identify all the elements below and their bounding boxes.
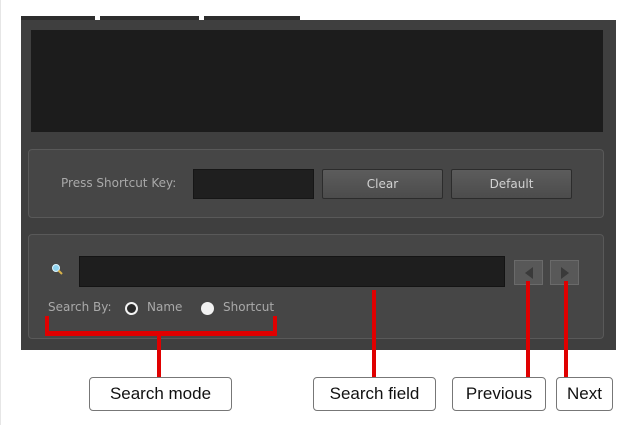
search-field-callout: Search field	[313, 377, 436, 411]
search-mode-bracket	[45, 331, 277, 336]
tab	[204, 16, 300, 20]
search-mode-pointer	[157, 334, 161, 377]
triangle-right-icon	[561, 267, 569, 279]
shortcut-list[interactable]	[31, 30, 603, 132]
left-border	[0, 0, 1, 425]
search-field-pointer	[372, 290, 376, 377]
tab	[21, 16, 95, 20]
radio-shortcut[interactable]	[201, 302, 214, 315]
search-mode-bracket-right	[273, 316, 277, 336]
next-callout: Next	[556, 377, 613, 411]
search-field[interactable]	[79, 256, 505, 287]
radio-shortcut-label: Shortcut	[223, 300, 275, 314]
press-shortcut-key-label: Press Shortcut Key:	[61, 176, 177, 190]
search-mode-callout: Search mode	[89, 377, 232, 411]
shortcut-key-group: Press Shortcut Key: Clear Default	[28, 149, 604, 218]
clear-button[interactable]: Clear	[322, 169, 443, 199]
search-icon	[52, 264, 63, 275]
radio-name[interactable]	[125, 302, 138, 315]
shortcut-key-field[interactable]	[193, 169, 314, 199]
radio-name-label: Name	[147, 300, 183, 314]
search-mode-bracket-left	[45, 316, 49, 336]
previous-pointer	[526, 281, 530, 377]
triangle-left-icon	[525, 267, 533, 279]
tab	[100, 16, 199, 20]
search-by-label: Search By:	[48, 300, 112, 314]
next-pointer	[564, 281, 568, 377]
previous-callout: Previous	[452, 377, 546, 411]
search-group: Search By: Name Shortcut	[28, 234, 604, 339]
default-button[interactable]: Default	[451, 169, 572, 199]
